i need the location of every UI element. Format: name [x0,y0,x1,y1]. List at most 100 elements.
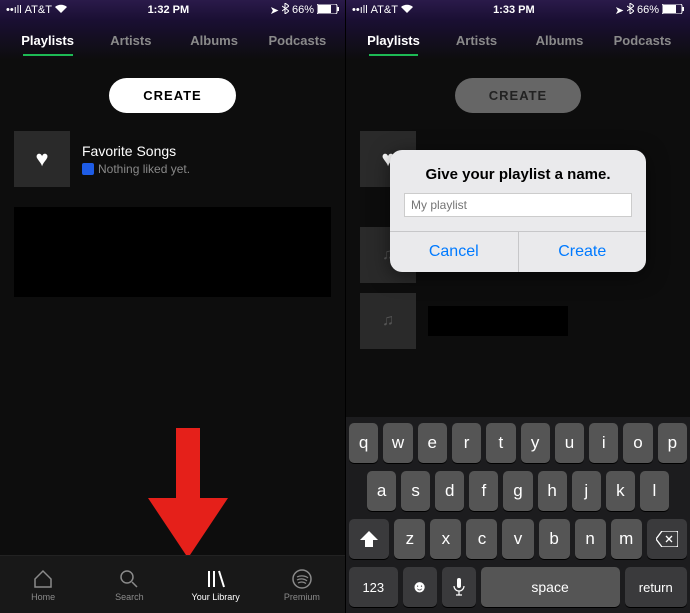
key-y[interactable]: y [521,423,550,463]
download-badge-icon [82,163,94,175]
key-mode[interactable]: 123 [349,567,398,607]
nav-library-label: Your Library [192,592,240,602]
tab-albums[interactable]: Albums [518,25,601,56]
key-p[interactable]: p [658,423,687,463]
emoji-icon: ☻ [411,577,429,597]
key-z[interactable]: z [394,519,425,559]
library-tabs: Playlists Artists Albums Podcasts [346,20,690,60]
key-dictation[interactable] [442,567,476,607]
key-v[interactable]: v [502,519,533,559]
clock: 1:33 PM [493,4,535,16]
key-m[interactable]: m [611,519,642,559]
key-f[interactable]: f [469,471,498,511]
key-x[interactable]: x [430,519,461,559]
nav-search-label: Search [115,592,144,602]
key-c[interactable]: c [466,519,497,559]
nav-home[interactable]: Home [0,556,86,613]
ios-keyboard: q w e r t y u i o p a s d f g h j k l z [346,417,690,613]
signal-icon: ••ıll [352,4,368,16]
bluetooth-icon [282,3,289,17]
tab-playlists[interactable]: Playlists [352,25,435,56]
key-a[interactable]: a [367,471,396,511]
wifi-icon [55,4,67,16]
key-o[interactable]: o [623,423,652,463]
key-k[interactable]: k [606,471,635,511]
home-icon [32,568,54,590]
dialog-title: Give your playlist a name. [390,150,646,193]
key-emoji[interactable]: ☻ [403,567,437,607]
key-h[interactable]: h [538,471,567,511]
bluetooth-icon [627,3,634,17]
tab-artists[interactable]: Artists [435,25,518,56]
dialog-cancel-button[interactable]: Cancel [390,232,518,272]
carrier: AT&T [25,4,52,16]
dialog-create-button[interactable]: Create [518,232,647,272]
key-j[interactable]: j [572,471,601,511]
microphone-icon [453,578,465,596]
key-l[interactable]: l [640,471,669,511]
red-arrow-annotation [148,428,228,558]
create-row: CREATE [346,60,690,123]
status-bar: ••ıll AT&T 1:33 PM ➤ 66% [346,0,690,20]
key-q[interactable]: q [349,423,378,463]
playlist-cover: ♫ [360,293,416,349]
location-icon: ➤ [615,4,624,17]
nav-premium[interactable]: Premium [259,556,345,613]
key-i[interactable]: i [589,423,618,463]
tab-artists[interactable]: Artists [89,25,172,56]
redacted-block [428,306,568,336]
favorite-title: Favorite Songs [82,143,190,159]
status-bar: ••ıll AT&T 1:32 PM ➤ 66% [0,0,345,20]
key-n[interactable]: n [575,519,606,559]
screenshot-left: ••ıll AT&T 1:32 PM ➤ 66% Playlists Artis… [0,0,345,613]
shift-icon [360,531,378,547]
nav-search[interactable]: Search [86,556,172,613]
search-icon [118,568,140,590]
redacted-block [14,207,331,297]
key-u[interactable]: u [555,423,584,463]
key-backspace[interactable] [647,519,687,559]
tab-podcasts[interactable]: Podcasts [601,25,684,56]
nav-home-label: Home [31,592,55,602]
key-g[interactable]: g [503,471,532,511]
favorite-subtitle: Nothing liked yet. [98,162,190,176]
favorite-cover: ♥ [14,131,70,187]
bottom-nav: Home Search Your Library Premium [0,555,345,613]
create-playlist-button[interactable]: CREATE [455,78,581,113]
key-e[interactable]: e [418,423,447,463]
signal-icon: ••ıll [6,4,22,16]
key-w[interactable]: w [383,423,412,463]
battery-icon [317,4,339,17]
list-item[interactable]: ♫ [360,293,676,349]
carrier: AT&T [371,4,398,16]
music-note-icon: ♫ [382,312,394,330]
tab-albums[interactable]: Albums [173,25,256,56]
name-playlist-dialog: Give your playlist a name. Cancel Create [390,150,646,272]
battery-percent: 66% [637,4,659,16]
library-icon [205,568,227,590]
key-d[interactable]: d [435,471,464,511]
key-r[interactable]: r [452,423,481,463]
wifi-icon [401,4,413,16]
key-t[interactable]: t [486,423,515,463]
spotify-icon [291,568,313,590]
screenshot-right: ••ıll AT&T 1:33 PM ➤ 66% Playlists Artis… [345,0,690,613]
key-return[interactable]: return [625,567,688,607]
key-space[interactable]: space [481,567,620,607]
tab-podcasts[interactable]: Podcasts [256,25,339,56]
create-row: CREATE [0,60,345,123]
nav-library[interactable]: Your Library [173,556,259,613]
create-playlist-button[interactable]: CREATE [109,78,235,113]
location-icon: ➤ [270,4,279,17]
tab-playlists[interactable]: Playlists [6,25,89,56]
battery-icon [662,4,684,17]
backspace-icon [656,531,678,547]
heart-icon: ♥ [35,146,48,172]
favorite-songs-row[interactable]: ♥ Favorite Songs Nothing liked yet. [14,131,331,187]
key-s[interactable]: s [401,471,430,511]
key-b[interactable]: b [539,519,570,559]
key-shift[interactable] [349,519,389,559]
playlist-name-input[interactable] [404,193,632,217]
library-tabs: Playlists Artists Albums Podcasts [0,20,345,60]
battery-percent: 66% [292,4,314,16]
